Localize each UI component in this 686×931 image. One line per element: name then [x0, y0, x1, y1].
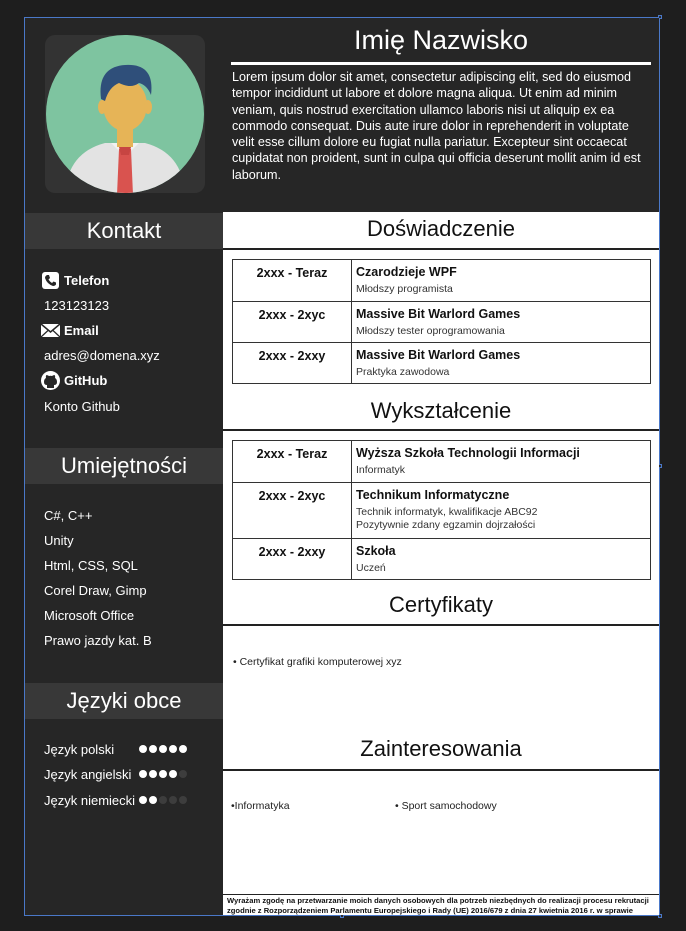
table-row: 2xxx - 2xyc Technikum Informatyczne Techn…	[233, 483, 650, 539]
education-table: 2xxx - Teraz Wyższa Szkoła Technologii I…	[232, 440, 651, 580]
table-row: 2xxx - 2xxy Szkoła Uczeń	[233, 539, 650, 579]
skill-item: Html, CSS, SQL	[44, 558, 138, 573]
entry-title: Czarodzieje WPF	[356, 265, 457, 279]
person-name: Imię Nazwisko	[353, 25, 529, 55]
table-row: 2xxx - 2xxy Massive Bit Warlord Games Pra…	[233, 343, 650, 383]
header: Imię Nazwisko Lorem ipsum dolor sit amet…	[223, 18, 659, 212]
level-dot-filled	[139, 770, 147, 778]
language-level-dots	[139, 796, 189, 804]
entry-title: Massive Bit Warlord Games	[356, 307, 521, 321]
bio-text: Lorem ipsum dolor sit amet, consectetur …	[232, 70, 641, 182]
level-dot-empty	[169, 796, 177, 804]
skill-item: Prawo jazdy kat. B	[44, 633, 152, 648]
language-name: Język angielski	[44, 767, 132, 782]
skill-item: Unity	[44, 533, 74, 548]
table-row: 2xxx - 2xyc Massive Bit Warlord Games Mło…	[233, 302, 650, 343]
entry-title: Szkoła	[356, 544, 396, 558]
gdpr-consent-clause: Wyrażam zgodę na przetwarzanie moich dan…	[227, 896, 649, 915]
name-underline	[231, 62, 651, 65]
contact-email-label-row: Email	[40, 321, 99, 340]
level-dot-empty	[159, 796, 167, 804]
experience-table: 2xxx - Teraz Czarodzieje WPF Młodszy prog…	[232, 259, 651, 384]
entry-subtitle: Praktyka zawodowa	[356, 366, 450, 378]
level-dot-filled	[149, 770, 157, 778]
entry-date: 2xxx - Teraz	[233, 260, 352, 301]
entry-title: Technikum Informatyczne	[356, 488, 510, 502]
table-row: 2xxx - Teraz Wyższa Szkoła Technologii I…	[233, 441, 650, 483]
interests-title: Zainteresowania	[360, 736, 522, 761]
contact-phone-label: Telefon	[64, 273, 110, 288]
level-dot-filled	[159, 745, 167, 753]
certificates-rule	[223, 624, 659, 626]
consent-rule	[223, 894, 659, 895]
entry-subtitle: Technik informatyk, kwalifikacje ABC92 P…	[356, 506, 538, 531]
contact-github-value: Konto Github	[44, 399, 120, 414]
entry-subtitle: Młodszy programista	[356, 283, 453, 295]
contact-heading: Kontakt	[25, 213, 223, 249]
language-level-dots	[139, 770, 189, 778]
level-dot-filled	[139, 745, 147, 753]
level-dot-filled	[169, 770, 177, 778]
table-row: 2xxx - Teraz Czarodzieje WPF Młodszy prog…	[233, 260, 650, 302]
level-dot-empty	[179, 796, 187, 804]
contact-github-label: GitHub	[64, 373, 108, 388]
certificate-item: • Certyfikat grafiki komputerowej xyz	[233, 656, 402, 668]
language-name: Język polski	[44, 742, 115, 757]
education-title: Wykształcenie	[370, 398, 512, 423]
entry-date: 2xxx - Teraz	[233, 441, 352, 482]
level-dot-empty	[179, 770, 187, 778]
language-name: Język niemiecki	[44, 793, 136, 808]
language-level-dots	[139, 745, 189, 753]
experience-rule	[223, 248, 659, 250]
interest-item: •Informatyka	[231, 800, 290, 812]
phone-icon	[41, 271, 60, 290]
entry-date: 2xxx - 2xyc	[233, 302, 352, 342]
skill-item: C#, C++	[44, 508, 93, 523]
level-dot-filled	[139, 796, 147, 804]
mail-icon	[40, 321, 61, 340]
entry-date: 2xxx - 2xxy	[233, 539, 352, 579]
level-dot-filled	[179, 745, 187, 753]
contact-phone-label-row: Telefon	[41, 271, 109, 290]
user-avatar-icon	[46, 35, 204, 193]
education-rule	[223, 429, 659, 431]
contact-email-value: adres@domena.xyz	[44, 348, 160, 363]
skill-item: Microsoft Office	[44, 608, 135, 623]
interests-rule	[223, 769, 659, 771]
cv-document: Kontakt Telefon 123123123 Email adres@do…	[25, 18, 659, 915]
entry-subtitle: Młodszy tester oprogramowania	[356, 325, 505, 337]
entry-date: 2xxx - 2xxy	[233, 343, 352, 383]
entry-subtitle: Informatyk	[356, 464, 406, 476]
skills-heading: Umiejętności	[25, 448, 223, 484]
contact-phone-value: 123123123	[44, 298, 110, 313]
certificates-title: Certyfikaty	[389, 592, 493, 617]
entry-subtitle: Uczeń	[356, 562, 386, 574]
sidebar: Kontakt Telefon 123123123 Email adres@do…	[25, 18, 223, 915]
github-icon	[41, 371, 60, 390]
profile-photo	[45, 35, 205, 193]
interest-item: • Sport samochodowy	[395, 800, 497, 812]
entry-date: 2xxx - 2xyc	[233, 483, 352, 538]
contact-github-label-row: GitHub	[41, 371, 107, 390]
entry-title: Wyższa Szkoła Technologii Informacji	[356, 446, 580, 460]
entry-title: Massive Bit Warlord Games	[356, 348, 521, 362]
skill-item: Corel Draw, Gimp	[44, 583, 147, 598]
experience-title: Doświadczenie	[367, 216, 515, 241]
contact-email-label: Email	[64, 323, 99, 338]
languages-heading: Języki obce	[25, 683, 223, 719]
level-dot-filled	[149, 745, 157, 753]
level-dot-filled	[169, 745, 177, 753]
level-dot-filled	[149, 796, 157, 804]
level-dot-filled	[159, 770, 167, 778]
